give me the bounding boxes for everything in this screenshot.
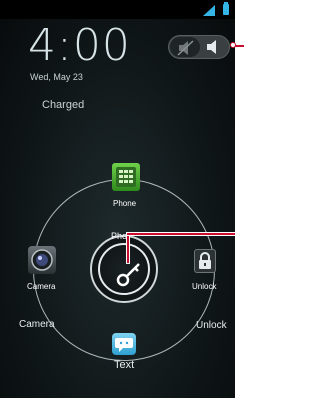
key-icon — [116, 263, 140, 287]
camera-target-label: Camera — [27, 282, 56, 291]
signal-bars-icon — [203, 5, 215, 16]
padlock-icon — [199, 252, 211, 269]
status-bar — [0, 0, 235, 19]
speaker-icon[interactable] — [205, 40, 223, 54]
phone-target[interactable] — [112, 163, 140, 191]
text-target-label: Text — [114, 359, 135, 371]
unlock-handle[interactable] — [90, 235, 158, 303]
clock-time: 4:00 — [28, 20, 131, 71]
unlock-target[interactable] — [194, 249, 216, 273]
sound-toggle-callout-dot — [230, 42, 236, 48]
unlock-target-label: Unlock — [192, 282, 217, 291]
unlock-outer-label: Unlock — [196, 320, 227, 331]
sound-toggle[interactable] — [168, 35, 230, 59]
text-target[interactable] — [112, 333, 136, 355]
chat-bubble-icon — [115, 338, 133, 352]
callout-line-horizontal — [127, 233, 235, 235]
camera-icon — [31, 249, 53, 271]
battery-icon — [223, 2, 229, 15]
unlock-handle-inner-ring[interactable] — [98, 243, 150, 295]
phone-target-label: Phone — [113, 199, 137, 208]
lock-screen: 4:00 Wed, May 23 Charged Phone Camera Ca… — [0, 0, 235, 398]
phone-keypad-icon — [116, 167, 136, 187]
sound-toggle-mute-side[interactable] — [170, 37, 200, 57]
callout-line-vertical — [127, 233, 129, 263]
charge-status: Charged — [42, 99, 85, 111]
clock-date: Wed, May 23 — [30, 72, 83, 82]
camera-target[interactable] — [28, 246, 56, 274]
speaker-muted-icon — [177, 40, 194, 56]
camera-outer-label: Camera — [19, 319, 55, 330]
